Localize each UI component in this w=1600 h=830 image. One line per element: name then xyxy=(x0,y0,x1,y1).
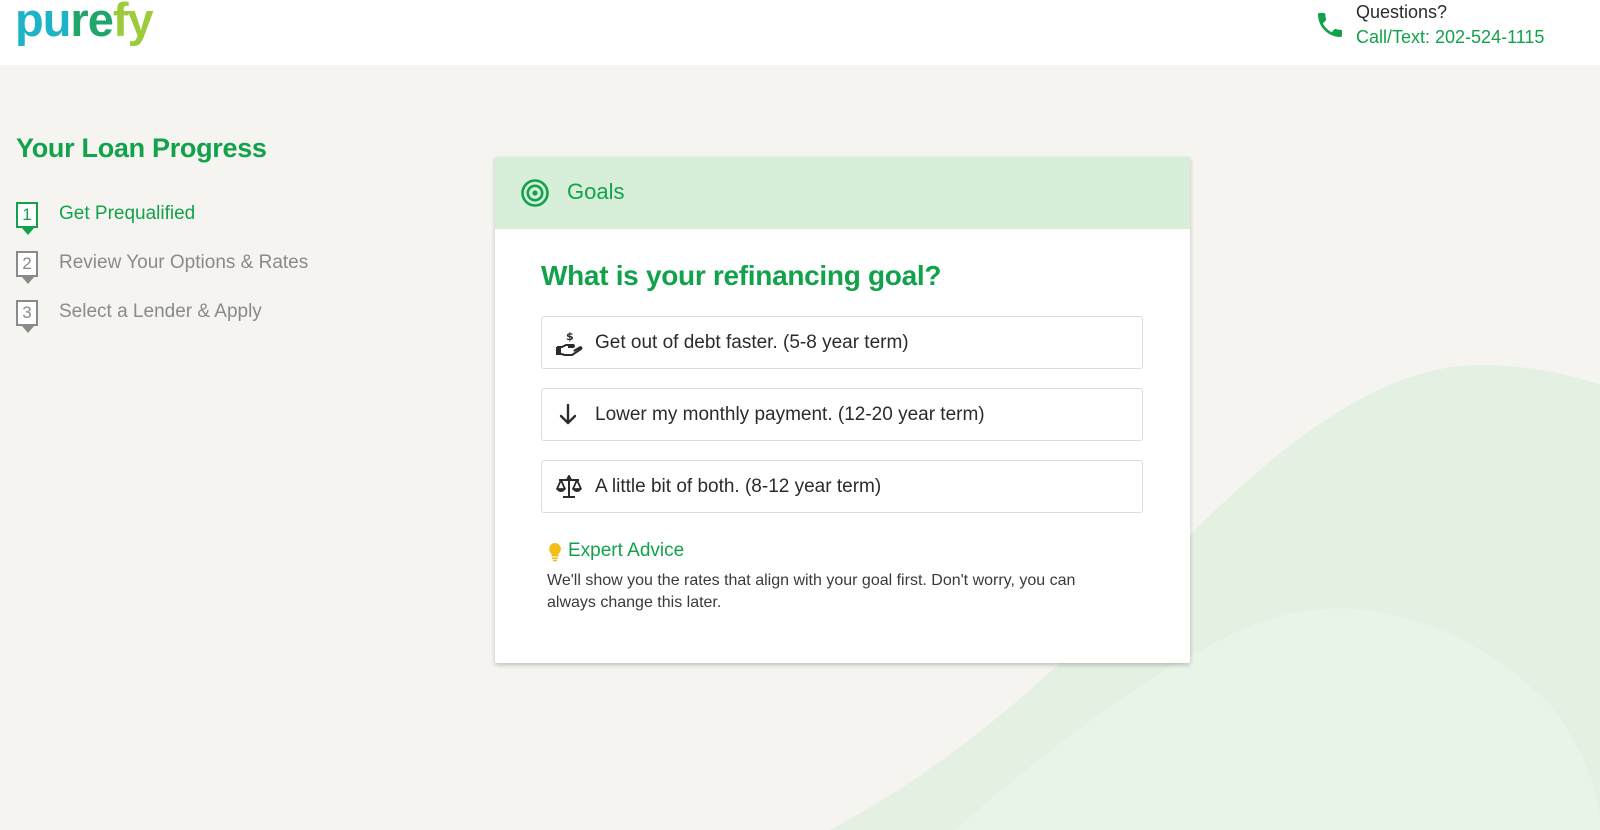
step-badge-pointer xyxy=(22,277,34,284)
phone-number-link[interactable]: Call/Text: 202-524-1115 xyxy=(1356,25,1544,49)
scale-icon xyxy=(556,475,582,498)
svg-text:$: $ xyxy=(566,330,574,343)
step-badge-pointer xyxy=(22,228,34,235)
progress-step-1: 1 Get Prequalified xyxy=(16,202,356,238)
contact-info: Questions? Call/Text: 202-524-1115 xyxy=(1314,0,1574,60)
step-label: Get Prequalified xyxy=(59,203,196,224)
goals-card: Goals What is your refinancing goal? $ G… xyxy=(495,157,1190,663)
goals-card-header: Goals xyxy=(495,157,1190,229)
goal-option-debt-faster[interactable]: $ Get out of debt faster. (5-8 year term… xyxy=(541,316,1143,369)
step-label: Select a Lender & Apply xyxy=(59,301,262,322)
step-number-badge: 1 xyxy=(16,202,38,228)
questions-label: Questions? xyxy=(1356,2,1448,22)
logo-text-part3: fy xyxy=(112,0,154,46)
loan-progress-title: Your Loan Progress xyxy=(16,133,267,163)
option-label: Lower my monthly payment. (12-20 year te… xyxy=(595,404,985,425)
step-badge-pointer xyxy=(22,326,34,333)
goal-option-both[interactable]: A little bit of both. (8-12 year term) xyxy=(541,460,1143,513)
logo-text-part1: pu xyxy=(15,0,71,46)
logo-text-part2: re xyxy=(70,0,113,46)
target-icon xyxy=(521,179,549,207)
step-label: Review Your Options & Rates xyxy=(59,252,309,273)
goals-title: Goals xyxy=(567,179,625,204)
progress-step-2: 2 Review Your Options & Rates xyxy=(16,251,356,287)
hand-money-icon: $ xyxy=(556,330,583,356)
phone-icon xyxy=(1318,13,1342,37)
expert-advice-text: We'll show you the rates that align with… xyxy=(547,572,1076,611)
step-number-badge: 3 xyxy=(16,300,38,326)
goal-option-lower-payment[interactable]: Lower my monthly payment. (12-20 year te… xyxy=(541,388,1143,441)
option-label: A little bit of both. (8-12 year term) xyxy=(595,476,882,497)
expert-advice-title: Expert Advice xyxy=(568,540,685,561)
arrow-down-icon xyxy=(559,403,577,425)
lightbulb-icon xyxy=(549,543,561,562)
refinancing-goal-question: What is your refinancing goal? xyxy=(541,260,942,291)
purefy-logo[interactable]: purefy xyxy=(15,0,154,50)
top-header: purefy Questions? Call/Text: 202-524-111… xyxy=(0,0,1600,65)
option-label: Get out of debt faster. (5-8 year term) xyxy=(595,332,909,353)
expert-advice-heading: Expert Advice xyxy=(547,540,847,566)
step-number-badge: 2 xyxy=(16,251,38,277)
progress-step-3: 3 Select a Lender & Apply xyxy=(16,300,356,336)
